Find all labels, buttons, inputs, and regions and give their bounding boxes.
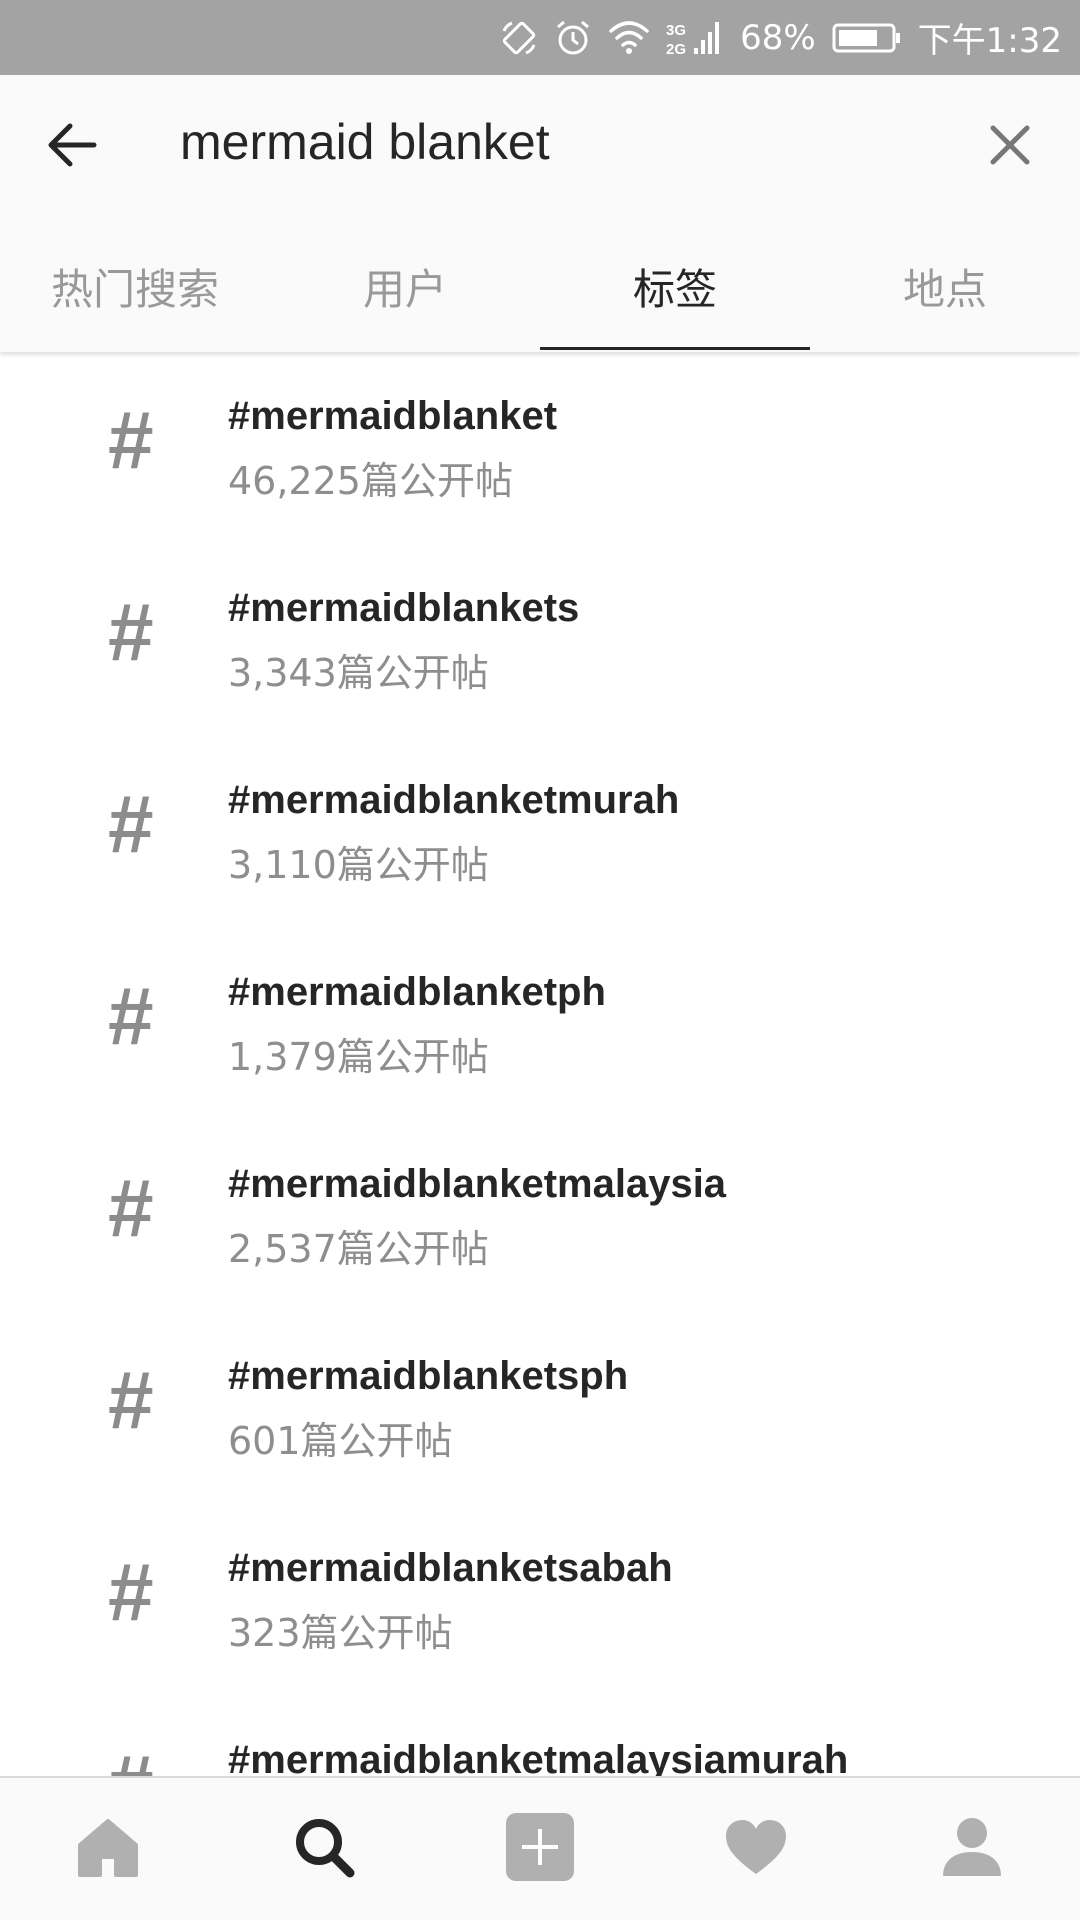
battery-icon [832, 21, 902, 55]
heart-icon [724, 1818, 788, 1880]
hashtag-row[interactable]: # #mermaidblanketsph 601篇公开帖 [0, 1312, 1080, 1504]
rotate-icon [500, 19, 538, 57]
hashtag-name: #mermaidblanketph [228, 970, 606, 1014]
hashtag-post-count: 323篇公开帖 [228, 1611, 453, 1655]
tab-users[interactable]: 用户 [270, 220, 540, 352]
battery-percent: 68% [740, 17, 816, 58]
hashtag-list: # #mermaidblanket 46,225篇公开帖 # #mermaidb… [0, 352, 1080, 1776]
hashtag-icon: # [108, 1163, 154, 1254]
nav-home-button[interactable] [58, 1799, 158, 1899]
tab-places[interactable]: 地点 [810, 220, 1080, 352]
hashtag-name: #mermaidblankets [228, 586, 580, 630]
search-input[interactable] [180, 113, 940, 171]
hashtag-icon: # [108, 587, 154, 678]
status-bar: 3G 2G 68% 下午1:32 [0, 0, 1080, 75]
search-icon [292, 1815, 356, 1883]
home-icon [76, 1817, 140, 1881]
hashtag-name: #mermaidblanketsabah [228, 1546, 673, 1590]
search-header [0, 75, 1080, 220]
wifi-icon [608, 19, 650, 57]
hashtag-post-count: 1,379篇公开帖 [228, 1035, 489, 1079]
status-time: 下午1:32 [917, 21, 1062, 61]
hashtag-name: #mermaidblanketmalaysia [228, 1162, 727, 1206]
hashtag-post-count: 46,225篇公开帖 [228, 459, 513, 503]
svg-text:3G: 3G [666, 22, 686, 39]
add-post-icon [504, 1811, 576, 1887]
nav-search-button[interactable] [274, 1799, 374, 1899]
tab-top[interactable]: 热门搜索 [0, 220, 270, 352]
screen: 3G 2G 68% 下午1:32 mermaid blanket 热门搜索 用户… [0, 0, 1080, 1920]
hashtag-name: #mermaidblanketsph [228, 1354, 629, 1398]
arrow-left-icon [46, 121, 98, 173]
clear-search-button[interactable] [980, 117, 1040, 177]
hashtag-icon: # [108, 1355, 154, 1446]
svg-text:2G: 2G [666, 41, 686, 58]
hashtag-icon: # [108, 971, 154, 1062]
nav-activity-button[interactable] [706, 1799, 806, 1899]
search-tabs: 热门搜索 用户 标签 地点 [0, 220, 1080, 352]
profile-icon [941, 1816, 1003, 1882]
nav-profile-button[interactable] [922, 1799, 1022, 1899]
hashtag-row[interactable]: # #mermaidblanket 46,225篇公开帖 [0, 352, 1080, 544]
tab-tags[interactable]: 标签 [540, 220, 810, 352]
back-button[interactable] [40, 115, 104, 179]
hashtag-name: #mermaidblanketmalaysiamurah [228, 1738, 849, 1776]
hashtag-post-count: 2,537篇公开帖 [228, 1227, 489, 1271]
signal-icon: 3G 2G [666, 18, 722, 58]
hashtag-post-count: 3,110篇公开帖 [228, 843, 489, 887]
nav-new-post-button[interactable] [490, 1799, 590, 1899]
close-icon [989, 124, 1031, 170]
hashtag-icon: # [108, 395, 154, 486]
hashtag-post-count: 3,343篇公开帖 [228, 651, 489, 695]
hashtag-name: #mermaidblanket [228, 394, 558, 438]
hashtag-post-count: 601篇公开帖 [228, 1419, 453, 1463]
hashtag-row[interactable]: # #mermaidblankets 3,343篇公开帖 [0, 544, 1080, 736]
hashtag-row[interactable]: # #mermaidblanketmurah 3,110篇公开帖 [0, 736, 1080, 928]
hashtag-row[interactable]: # #mermaidblanketmalaysiamurah [0, 1696, 1080, 1776]
hashtag-row[interactable]: # #mermaidblanketph 1,379篇公开帖 [0, 928, 1080, 1120]
alarm-icon [554, 19, 592, 57]
hashtag-icon: # [108, 1547, 154, 1638]
bottom-navigation [0, 1776, 1080, 1920]
hashtag-name: #mermaidblanketmurah [228, 778, 680, 822]
hashtag-row[interactable]: # #mermaidblanketsabah 323篇公开帖 [0, 1504, 1080, 1696]
hashtag-row[interactable]: # #mermaidblanketmalaysia 2,537篇公开帖 [0, 1120, 1080, 1312]
hashtag-icon: # [108, 1738, 154, 1776]
hashtag-icon: # [108, 779, 154, 870]
